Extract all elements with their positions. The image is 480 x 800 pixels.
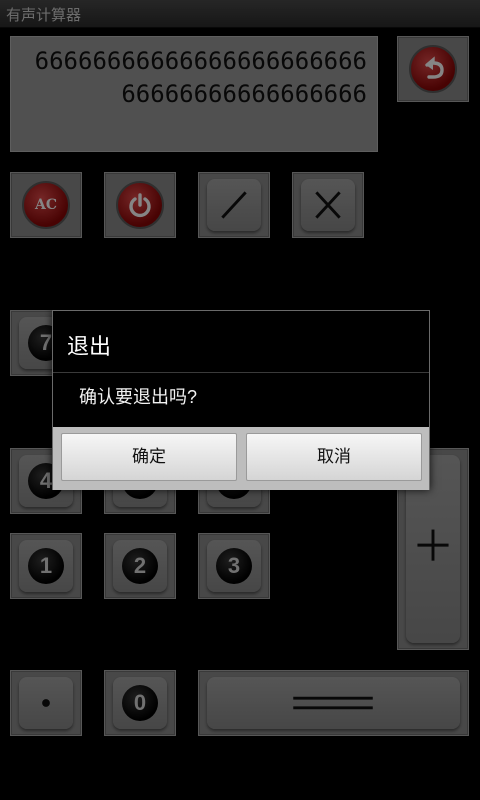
dialog-button-bar: 确定 取消 [53, 427, 429, 490]
dialog-message: 确认要退出吗? [79, 387, 198, 407]
dialog-title: 退出 [53, 311, 429, 373]
confirm-button[interactable]: 确定 [61, 433, 237, 481]
cancel-button[interactable]: 取消 [246, 433, 422, 481]
exit-dialog: 退出 确认要退出吗? 确定 取消 [52, 310, 430, 490]
